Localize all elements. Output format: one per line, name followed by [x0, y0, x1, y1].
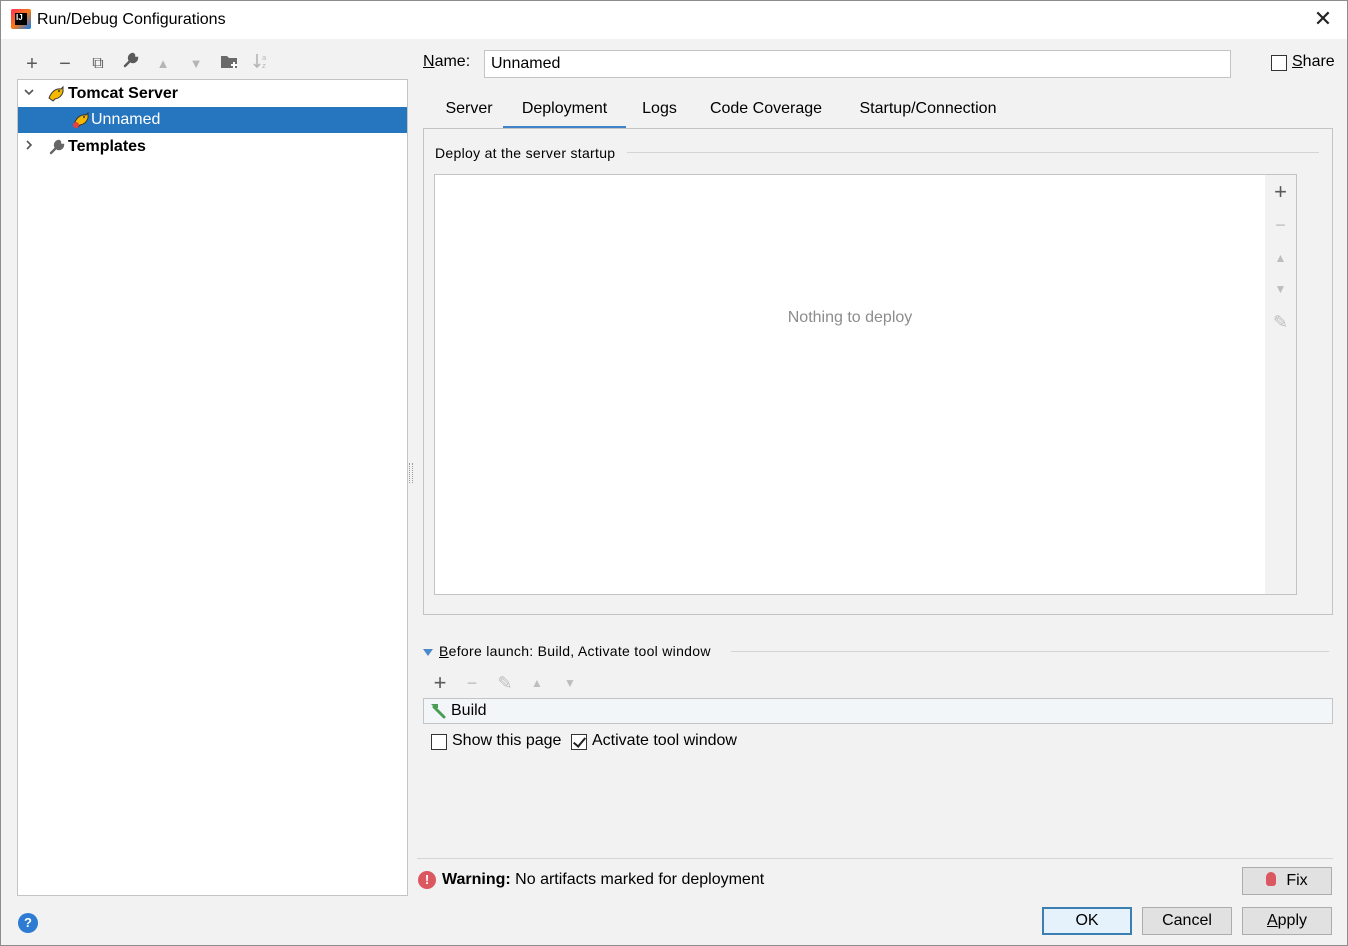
before-launch-divider	[731, 651, 1329, 652]
title-bar: IJ Run/Debug Configurations ✕	[1, 1, 1347, 39]
add-icon[interactable]: +	[19, 51, 45, 77]
sort-icon[interactable]: az	[249, 51, 275, 77]
move-up-icon[interactable]: ▲	[1265, 245, 1296, 271]
tomcat-icon	[72, 111, 90, 129]
tomcat-icon	[47, 85, 65, 103]
tree-label: Templates	[68, 138, 146, 155]
svg-text:a: a	[262, 54, 266, 62]
move-down-icon[interactable]: ▼	[183, 51, 209, 77]
help-icon[interactable]: ?	[18, 913, 38, 933]
show-this-page-label[interactable]: Show this page	[452, 732, 561, 750]
deploy-section-title: Deploy at the server startup	[435, 145, 616, 161]
tree-node-templates[interactable]: Templates	[18, 134, 407, 160]
warning-message: Warning: No artifacts marked for deploym…	[442, 871, 765, 888]
expand-triangle-icon	[423, 648, 433, 656]
ok-button[interactable]: OK	[1042, 907, 1132, 935]
share-checkbox[interactable]	[1271, 55, 1287, 71]
remove-icon[interactable]: −	[52, 51, 78, 77]
close-icon[interactable]: ✕	[1311, 7, 1335, 31]
error-icon: !	[418, 871, 436, 889]
new-folder-icon[interactable]	[216, 51, 242, 77]
intellij-logo-icon: IJ	[11, 9, 31, 29]
move-down-icon[interactable]: ▼	[1265, 276, 1296, 302]
tree-label: Tomcat Server	[68, 85, 178, 102]
tab-startup-connection[interactable]: Startup/Connection	[849, 95, 1007, 129]
deploy-side-toolbar: + − ▲ ▼ ✎	[1265, 174, 1297, 595]
move-up-icon[interactable]: ▲	[150, 51, 176, 77]
wrench-icon	[48, 138, 66, 156]
apply-button[interactable]: Apply	[1242, 907, 1332, 935]
show-this-page-checkbox[interactable]	[431, 734, 447, 750]
tab-deployment[interactable]: Deployment	[503, 95, 626, 129]
cancel-button[interactable]: Cancel	[1142, 907, 1232, 935]
section-divider	[627, 152, 1319, 153]
svg-text:z: z	[262, 62, 266, 70]
remove-icon[interactable]: −	[1265, 212, 1296, 238]
tree-label: Unnamed	[91, 111, 161, 128]
tab-server[interactable]: Server	[429, 95, 509, 129]
name-label: Name:	[423, 53, 471, 70]
move-up-icon[interactable]: ▲	[524, 671, 550, 695]
lightbulb-icon	[1266, 872, 1277, 886]
splitter-handle[interactable]	[409, 463, 413, 483]
add-icon[interactable]: +	[1265, 179, 1296, 205]
before-launch-header[interactable]: Before launch: Build, Activate tool wind…	[423, 643, 711, 659]
tab-logs[interactable]: Logs	[633, 95, 686, 129]
tree-node-tomcat-server[interactable]: Tomcat Server	[18, 81, 407, 107]
build-label: Build	[451, 702, 487, 719]
tab-code-coverage[interactable]: Code Coverage	[703, 95, 829, 129]
deploy-list[interactable]: Nothing to deploy	[434, 174, 1266, 595]
activate-tool-window-checkbox[interactable]	[571, 734, 587, 750]
bottom-divider	[417, 858, 1333, 859]
chevron-right-icon[interactable]	[22, 134, 36, 160]
name-input[interactable]	[484, 50, 1231, 78]
tree-node-unnamed[interactable]: Unnamed	[18, 107, 407, 133]
hammer-icon	[428, 701, 448, 721]
add-icon[interactable]: +	[427, 671, 453, 695]
empty-state-text: Nothing to deploy	[787, 309, 913, 326]
fix-button[interactable]: Fix	[1242, 867, 1332, 895]
wrench-icon[interactable]	[118, 51, 144, 77]
configuration-tree: Tomcat Server Unnamed Templates	[17, 79, 408, 896]
share-label[interactable]: Share	[1292, 53, 1335, 71]
activate-tool-window-label[interactable]: Activate tool window	[592, 732, 737, 750]
chevron-down-icon[interactable]	[22, 81, 36, 107]
edit-pencil-icon[interactable]: ✎	[492, 671, 518, 695]
move-down-icon[interactable]: ▼	[557, 671, 583, 695]
edit-pencil-icon[interactable]: ✎	[1265, 309, 1296, 335]
remove-icon[interactable]: −	[459, 671, 485, 695]
copy-icon[interactable]: ⧉	[85, 51, 111, 77]
before-launch-list: Build	[423, 698, 1333, 724]
run-debug-configurations-dialog: IJ Run/Debug Configurations ✕ + − ⧉ ▲ ▼ …	[0, 0, 1348, 946]
window-title: Run/Debug Configurations	[37, 11, 226, 28]
